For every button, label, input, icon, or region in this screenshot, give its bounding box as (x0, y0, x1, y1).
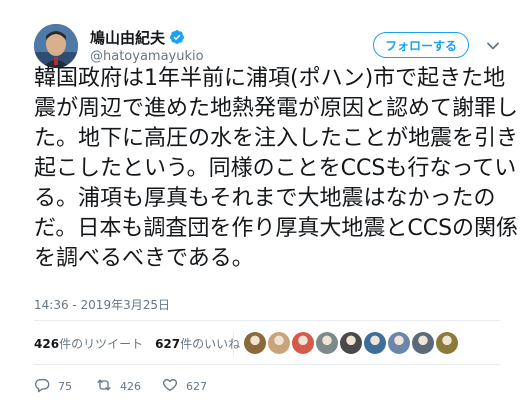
likes-count: 627 (155, 336, 181, 351)
tweet-timestamp[interactable]: 14:36 - 2019年3月25日 (34, 296, 170, 313)
liker-avatar-2[interactable] (268, 332, 290, 354)
liker-avatar-4[interactable] (316, 332, 338, 354)
user-avatar[interactable] (34, 24, 78, 68)
user-name-row: 鳩山由紀夫 (90, 27, 185, 47)
tweet-actions: 75 426 627 (34, 377, 228, 395)
retweets-stat[interactable]: 426件のリツイート (34, 335, 143, 352)
retweets-count: 426 (34, 336, 60, 351)
divider-bottom (34, 364, 500, 365)
retweet-count: 426 (120, 379, 141, 393)
avatar-image (34, 24, 78, 68)
reply-icon (34, 377, 50, 396)
follow-button[interactable]: フォローする (373, 32, 469, 58)
liker-avatar-1[interactable] (244, 332, 266, 354)
likers-avatars (244, 332, 460, 354)
liker-avatar-3[interactable] (292, 332, 314, 354)
liker-avatar-8[interactable] (412, 332, 434, 354)
verified-badge-icon (169, 29, 185, 45)
liker-avatar-6[interactable] (364, 332, 386, 354)
tweet-stats: 426件のリツイート 627件のいいね (34, 333, 252, 353)
liker-avatar-9[interactable] (436, 332, 458, 354)
divider-top (34, 320, 500, 321)
retweet-icon (96, 377, 112, 396)
like-button[interactable]: 627 (162, 377, 228, 396)
likes-label: 件のいいね (180, 336, 241, 351)
tweet-card: 鳩山由紀夫 @hatoyamayukio フォローする 韓国政府は1年半前に浦項… (0, 0, 532, 418)
like-count: 627 (186, 379, 207, 393)
retweets-label: 件のリツイート (59, 336, 144, 351)
reply-count: 75 (58, 379, 72, 393)
liker-avatar-7[interactable] (388, 332, 410, 354)
tweet-text: 韓国政府は1年半前に浦項(ポハン)市で起きた地震が周辺で進めた地熱発電が原因と認… (34, 66, 519, 271)
user-handle[interactable]: @hatoyamayukio (90, 49, 204, 64)
chevron-down-icon[interactable] (486, 38, 500, 52)
reply-button[interactable]: 75 (34, 377, 96, 396)
likes-stat[interactable]: 627件のいいね (155, 335, 240, 352)
user-display-name[interactable]: 鳩山由紀夫 (90, 27, 165, 48)
retweet-button[interactable]: 426 (96, 377, 162, 396)
liker-avatar-5[interactable] (340, 332, 362, 354)
heart-icon (162, 377, 178, 396)
stats-separator (233, 332, 234, 356)
